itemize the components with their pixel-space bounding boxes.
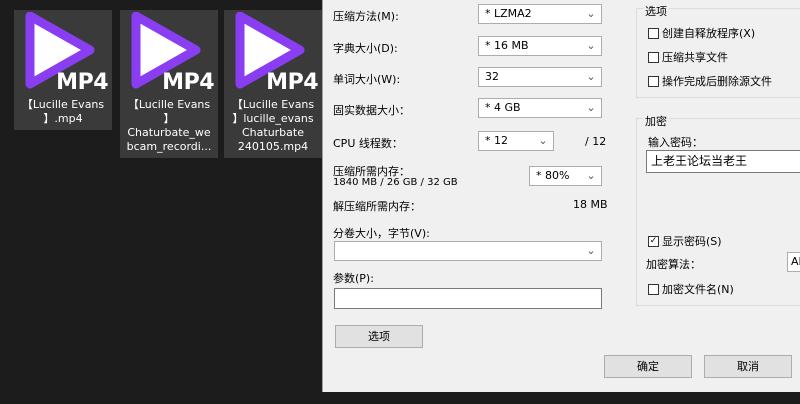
ok-button[interactable]: 确定 [604,355,692,378]
volume-size-select[interactable]: ⌄ [334,241,602,261]
cpu-threads-select[interactable]: * 12 ⌄ [478,131,554,151]
solid-block-size-select[interactable]: * 4 GB ⌄ [478,98,602,118]
cpu-threads-label: CPU 线程数： [333,137,403,150]
encryption-method-label: 加密算法： [646,258,701,271]
parameters-input[interactable] [334,288,602,309]
checkbox-icon [648,51,659,63]
chevron-down-icon: ⌄ [586,244,596,257]
chevron-down-icon: ⌄ [586,101,596,114]
dictionary-size-label: 字典大小(D): [333,42,398,55]
chevron-down-icon: ⌄ [586,70,596,83]
file-item[interactable]: MP4 【Lucille Evans 】lucille_evans Chatur… [224,10,322,158]
shared-files-checkbox[interactable]: 压缩共享文件 [648,49,728,65]
checkbox-icon [648,75,659,87]
encryption-group-title: 加密 [643,113,669,129]
video-thumbnail: MP4 [14,10,112,98]
encryption-method-select[interactable]: AE [787,252,800,272]
file-name: 【Lucille Evans 】 Chaturbate_we bcam_reco… [126,98,212,153]
memory-decompress-value: 18 MB [573,198,608,211]
compression-method-select[interactable]: * LZMA2 ⌄ [478,4,602,24]
file-type-badge: MP4 [266,70,318,95]
solid-block-size-label: 固实数据大小： [333,104,410,117]
video-thumbnail: MP4 [120,10,218,98]
word-size-label: 单词大小(W): [333,73,401,86]
cancel-button[interactable]: 取消 [704,355,792,378]
file-explorer-pane: MP4 【Lucille Evans 】.mp4 MP4 【Lucille Ev… [0,0,322,404]
file-item[interactable]: MP4 【Lucille Evans 】.mp4 [14,10,112,130]
compression-method-label: 压缩方法(M): [333,10,399,23]
file-name: 【Lucille Evans 】.mp4 [21,98,105,125]
show-password-checkbox[interactable]: ✓ 显示密码(S) [648,233,722,249]
password-input[interactable]: 上老王论坛当老王 [646,150,800,173]
chevron-down-icon: ⌄ [538,134,548,147]
checkbox-icon [648,283,659,295]
cpu-threads-max: / 12 [585,135,607,148]
file-type-badge: MP4 [56,70,108,95]
word-size-select[interactable]: 32 ⌄ [478,67,602,87]
dictionary-size-select[interactable]: * 16 MB ⌄ [478,36,602,56]
chevron-down-icon: ⌄ [586,39,596,52]
encrypt-filenames-checkbox[interactable]: 加密文件名(N) [648,281,734,297]
memory-compress-detail: 1840 MB / 26 GB / 32 GB [333,177,458,188]
options-button[interactable]: 选项 [335,325,423,348]
chevron-down-icon: ⌄ [586,169,596,182]
memory-decompress-label: 解压缩所需内存： [333,200,421,213]
delete-after-checkbox[interactable]: 操作完成后删除源文件 [648,73,772,89]
sfx-checkbox[interactable]: 创建自释放程序(X) [648,25,755,41]
file-type-badge: MP4 [162,70,214,95]
add-to-archive-dialog: 压缩方法(M): * LZMA2 ⌄ 字典大小(D): * 16 MB ⌄ 单词… [322,0,800,392]
checkmark-icon: ✓ [648,235,659,247]
password-label: 输入密码： [648,136,703,149]
memory-usage-select[interactable]: * 80% ⌄ [529,166,602,186]
file-item[interactable]: MP4 【Lucille Evans 】 Chaturbate_we bcam_… [120,10,218,158]
checkbox-icon [648,27,659,39]
chevron-down-icon: ⌄ [586,7,596,20]
file-name: 【Lucille Evans 】lucille_evans Chaturbate… [231,98,315,153]
options-group-title: 选项 [643,3,669,19]
video-thumbnail: MP4 [224,10,322,98]
volume-size-label: 分卷大小，字节(V): [333,227,430,240]
parameters-label: 参数(P): [333,272,374,285]
